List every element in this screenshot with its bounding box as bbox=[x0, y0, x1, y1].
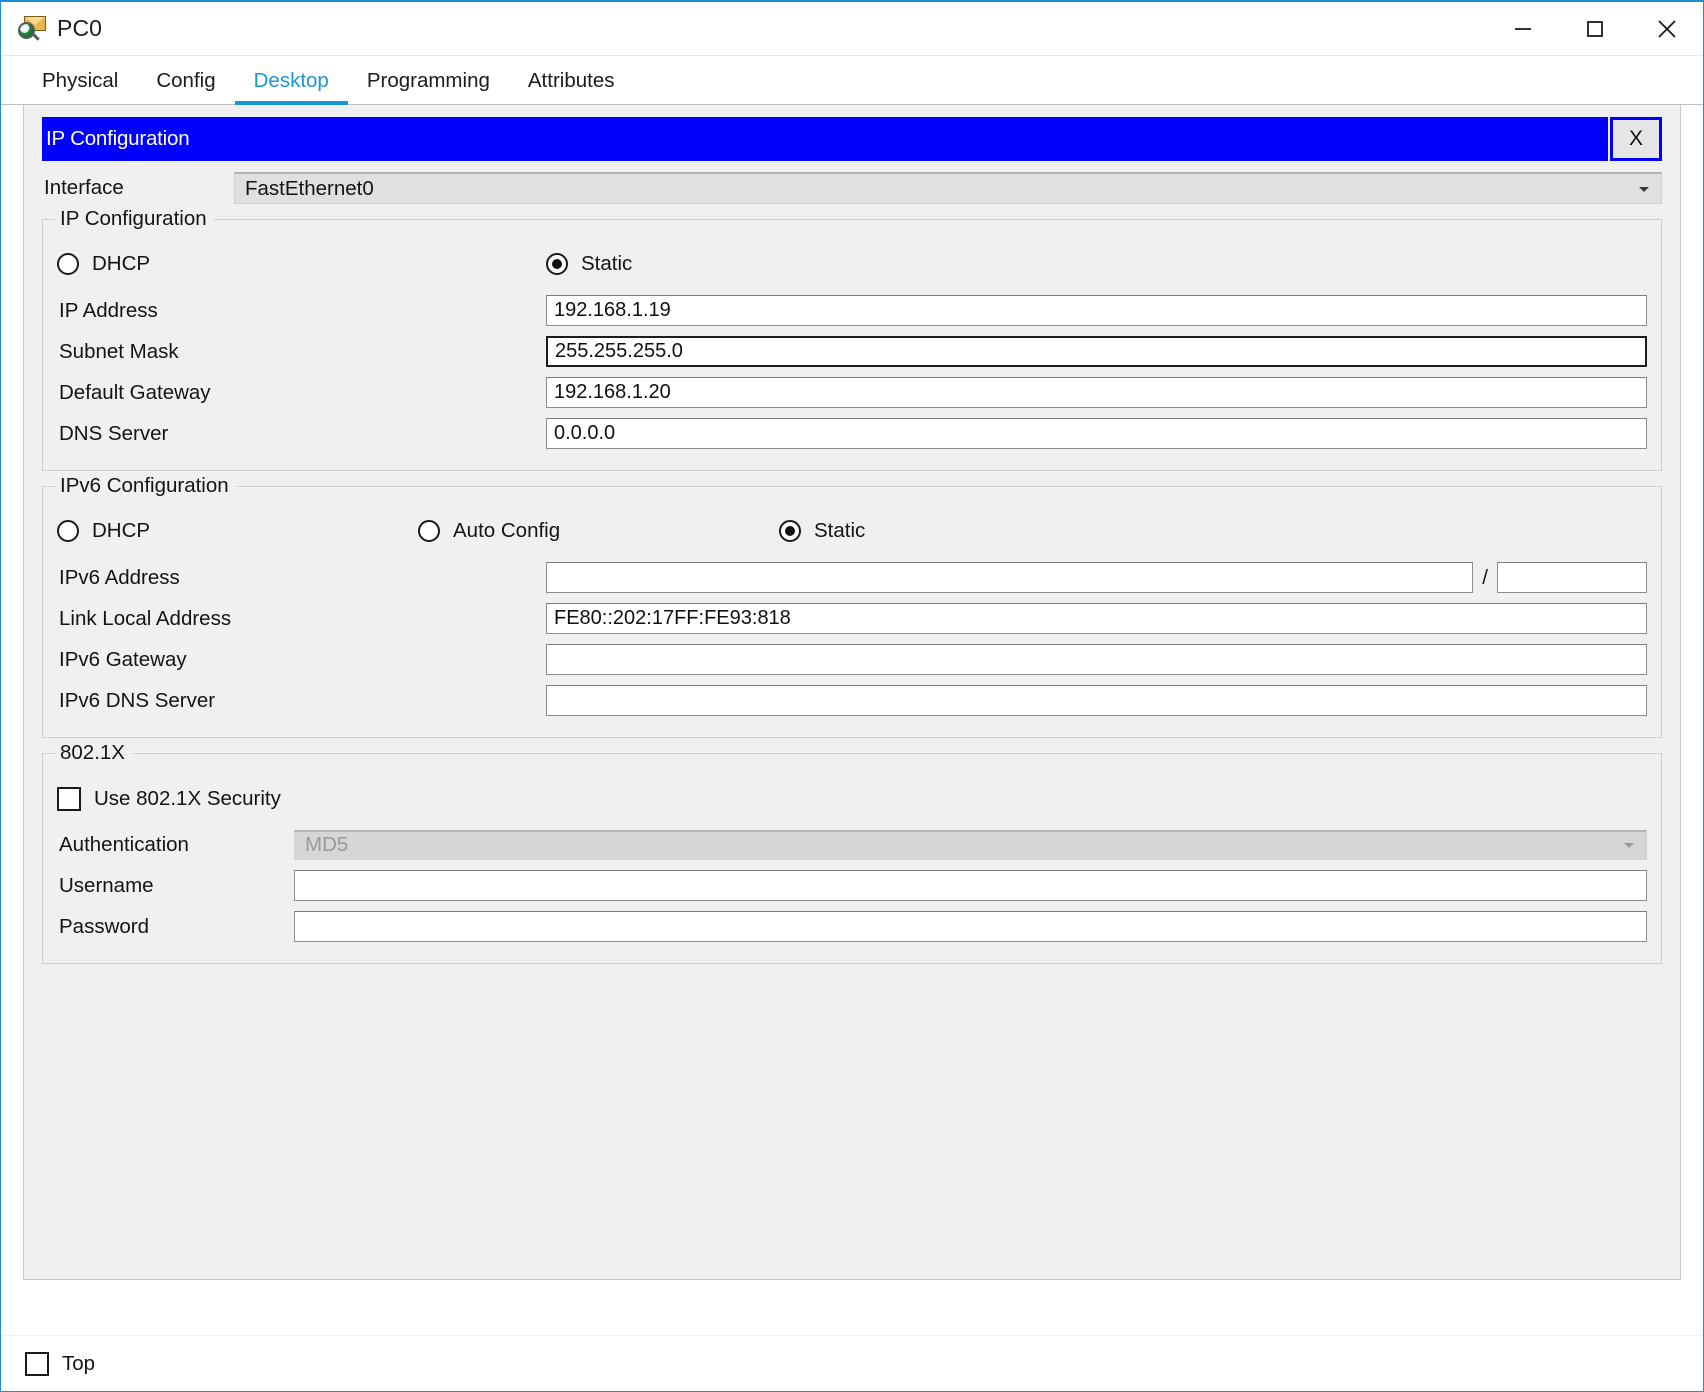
username-row: Username bbox=[57, 865, 1647, 906]
radio-circle-selected-icon bbox=[546, 253, 568, 275]
radio-ipv6-static[interactable]: Static bbox=[779, 519, 865, 543]
interface-row: Interface FastEthernet0 bbox=[42, 172, 1662, 204]
radio-ip-dhcp[interactable]: DHCP bbox=[57, 252, 546, 276]
link-local-address-label: Link Local Address bbox=[59, 606, 232, 630]
ipv6-dns-server-input[interactable] bbox=[546, 685, 1647, 716]
default-gateway-input[interactable]: 192.168.1.20 bbox=[546, 377, 1647, 408]
top-checkbox-label: Top bbox=[62, 1351, 96, 1375]
tab-programming[interactable]: Programming bbox=[348, 70, 509, 105]
interface-label: Interface bbox=[44, 176, 124, 199]
radio-circle-icon bbox=[418, 520, 440, 542]
tab-config[interactable]: Config bbox=[137, 70, 234, 105]
radio-ipv6-auto-config-label: Auto Config bbox=[453, 519, 561, 542]
top-checkbox[interactable] bbox=[25, 1351, 49, 1376]
interface-select[interactable]: FastEthernet0 bbox=[234, 172, 1662, 204]
maximize-icon[interactable] bbox=[1559, 2, 1631, 56]
tab-physical[interactable]: Physical bbox=[23, 70, 137, 105]
pc-device-window: PC0 Physical Config Desktop Programming … bbox=[0, 0, 1704, 1392]
window-controls bbox=[1487, 2, 1703, 56]
dns-server-label: DNS Server bbox=[59, 421, 169, 445]
password-row: Password bbox=[57, 906, 1647, 947]
dot1x-group: 802.1X Use 802.1X Security Authenticatio… bbox=[42, 741, 1662, 964]
ip-mode-radio-row: DHCP Static bbox=[57, 244, 1647, 284]
username-label: Username bbox=[59, 873, 154, 897]
window-footer: Top bbox=[1, 1335, 1703, 1391]
ip-configuration-dialog-header: IP Configuration X bbox=[42, 117, 1662, 161]
pc-envelope-magnifier-icon bbox=[17, 14, 47, 44]
authentication-select: MD5 bbox=[294, 829, 1647, 860]
ip-configuration-legend: IP Configuration bbox=[55, 207, 214, 231]
chevron-down-icon bbox=[1639, 186, 1649, 192]
ipv6-configuration-group: IPv6 Configuration DHCP Auto Config Stat… bbox=[42, 474, 1662, 738]
radio-ipv6-static-label: Static bbox=[814, 519, 866, 542]
dialog-title: IP Configuration bbox=[42, 117, 1608, 161]
authentication-label: Authentication bbox=[59, 832, 189, 856]
ipv6-gateway-label: IPv6 Gateway bbox=[59, 647, 187, 671]
username-input[interactable] bbox=[294, 870, 1647, 901]
ipv6-dns-server-label: IPv6 DNS Server bbox=[59, 688, 216, 712]
radio-circle-icon bbox=[57, 253, 79, 275]
dns-server-row: DNS Server 0.0.0.0 bbox=[57, 413, 1647, 454]
window-titlebar: PC0 bbox=[1, 2, 1703, 56]
ipv6-gateway-input[interactable] bbox=[546, 644, 1647, 675]
dns-server-input[interactable]: 0.0.0.0 bbox=[546, 418, 1647, 449]
dot1x-legend: 802.1X bbox=[55, 741, 132, 765]
ipv6-address-row: IPv6 Address / bbox=[57, 557, 1647, 598]
ipv6-prefix-length-input[interactable] bbox=[1497, 562, 1647, 593]
window-title: PC0 bbox=[57, 15, 103, 41]
password-input[interactable] bbox=[294, 911, 1647, 942]
link-local-address-input[interactable]: FE80::202:17FF:FE93:818 bbox=[546, 603, 1647, 634]
use-dot1x-security-label: Use 802.1X Security bbox=[94, 787, 281, 810]
radio-circle-selected-icon bbox=[779, 520, 801, 542]
ipv6-mode-radio-row: DHCP Auto Config Static bbox=[57, 511, 1647, 551]
tab-attributes[interactable]: Attributes bbox=[509, 70, 634, 105]
ip-configuration-group: IP Configuration DHCP Static IP Address … bbox=[42, 207, 1662, 471]
radio-ip-static[interactable]: Static bbox=[546, 252, 632, 276]
ipv6-gateway-row: IPv6 Gateway bbox=[57, 639, 1647, 680]
minimize-icon[interactable] bbox=[1487, 2, 1559, 56]
device-tabs: Physical Config Desktop Programming Attr… bbox=[1, 56, 1703, 105]
desktop-panel: IP Configuration X Interface FastEtherne… bbox=[23, 105, 1681, 1280]
ip-address-label: IP Address bbox=[59, 298, 158, 322]
link-local-address-row: Link Local Address FE80::202:17FF:FE93:8… bbox=[57, 598, 1647, 639]
password-label: Password bbox=[59, 914, 150, 938]
default-gateway-label: Default Gateway bbox=[59, 380, 211, 404]
subnet-mask-input[interactable]: 255.255.255.0 bbox=[546, 336, 1647, 367]
radio-ipv6-dhcp-label: DHCP bbox=[92, 519, 151, 542]
radio-ip-dhcp-label: DHCP bbox=[92, 252, 151, 275]
ipv6-dns-server-row: IPv6 DNS Server bbox=[57, 680, 1647, 721]
close-icon[interactable] bbox=[1631, 2, 1703, 56]
ipv6-address-label: IPv6 Address bbox=[59, 565, 180, 589]
ip-address-row: IP Address 192.168.1.19 bbox=[57, 290, 1647, 331]
use-dot1x-security-row[interactable]: Use 802.1X Security bbox=[57, 778, 1647, 820]
default-gateway-row: Default Gateway 192.168.1.20 bbox=[57, 372, 1647, 413]
subnet-mask-row: Subnet Mask 255.255.255.0 bbox=[57, 331, 1647, 372]
radio-ipv6-auto-config[interactable]: Auto Config bbox=[418, 519, 779, 543]
ipv6-configuration-legend: IPv6 Configuration bbox=[55, 474, 236, 498]
ip-address-input[interactable]: 192.168.1.19 bbox=[546, 295, 1647, 326]
ipv6-address-input[interactable] bbox=[546, 562, 1474, 593]
radio-ip-static-label: Static bbox=[581, 252, 633, 275]
authentication-row: Authentication MD5 bbox=[57, 824, 1647, 865]
ipv6-prefix-separator: / bbox=[1482, 565, 1488, 589]
radio-circle-icon bbox=[57, 520, 79, 542]
subnet-mask-label: Subnet Mask bbox=[59, 339, 179, 363]
interface-selected-value: FastEthernet0 bbox=[245, 176, 374, 200]
chevron-down-icon bbox=[1624, 843, 1634, 848]
authentication-selected-value: MD5 bbox=[305, 833, 349, 856]
checkbox-icon bbox=[57, 787, 81, 811]
tab-desktop[interactable]: Desktop bbox=[234, 70, 349, 105]
dialog-close-button[interactable]: X bbox=[1610, 117, 1662, 161]
radio-ipv6-dhcp[interactable]: DHCP bbox=[57, 519, 418, 543]
